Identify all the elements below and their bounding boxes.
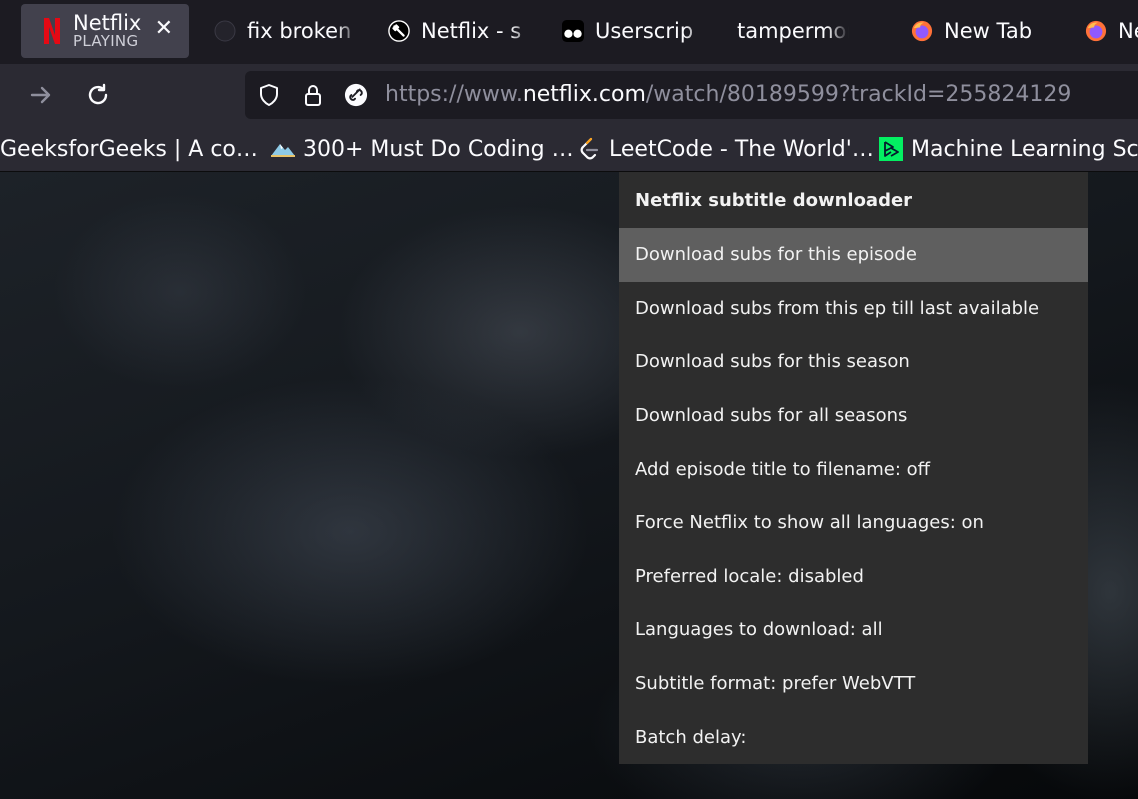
- link-permissions-icon[interactable]: [344, 83, 368, 107]
- forward-button[interactable]: [24, 78, 58, 112]
- datacamp-icon: [879, 137, 903, 161]
- menu-item-languages[interactable]: Languages to download: all: [619, 603, 1088, 657]
- github-icon: [214, 20, 236, 42]
- bookmark-label: GeeksforGeeks | A co…: [0, 136, 258, 162]
- bookmark-geeksforgeeks[interactable]: GeeksforGeeks | A co…: [0, 134, 258, 164]
- tampermonkey-icon: [562, 20, 584, 42]
- leetcode-icon: [577, 137, 601, 161]
- tab-fix-broken[interactable]: fix broken: [214, 4, 359, 58]
- navigation-toolbar: https://www.netflix.com/watch/80189599?t…: [0, 64, 1138, 126]
- menu-item-download-till-last[interactable]: Download subs from this ep till last ava…: [619, 282, 1088, 336]
- menu-item-subtitle-format[interactable]: Subtitle format: prefer WebVTT: [619, 657, 1088, 711]
- tab-title: Netflix: [73, 11, 142, 36]
- arrow-right-icon: [30, 86, 51, 104]
- tab-title: Ne: [1118, 19, 1138, 43]
- menu-item-force-languages-toggle[interactable]: Force Netflix to show all languages: on: [619, 496, 1088, 550]
- bookmark-machine-learning[interactable]: Machine Learning Scie: [879, 134, 1138, 164]
- bookmark-must-do-coding[interactable]: 300+ Must Do Coding …: [271, 134, 574, 164]
- tab-userscript[interactable]: Userscrip: [562, 4, 707, 58]
- menu-item-episode-title-toggle[interactable]: Add episode title to filename: off: [619, 442, 1088, 496]
- greasyfork-icon: [388, 20, 410, 42]
- tab-new-tab[interactable]: New Tab: [911, 4, 1056, 58]
- firefox-icon: [1085, 20, 1107, 42]
- tab-netflix[interactable]: Netflix PLAYING ✕: [21, 4, 189, 58]
- menu-item-download-season[interactable]: Download subs for this season: [619, 335, 1088, 389]
- tracking-protection-shield-icon[interactable]: [257, 83, 281, 107]
- tab-title: New Tab: [944, 19, 1033, 43]
- tab-playing-label: PLAYING: [73, 32, 139, 51]
- tab-title: tampermonk: [737, 19, 849, 43]
- menu-item-download-all-seasons[interactable]: Download subs for all seasons: [619, 389, 1088, 443]
- reload-button[interactable]: [81, 78, 115, 112]
- url-prefix: https://www.: [385, 82, 523, 107]
- tab-strip: Netflix PLAYING ✕ fix broken Netflix - s…: [0, 0, 1138, 64]
- bookmark-label: 300+ Must Do Coding …: [303, 136, 574, 162]
- tab-tampermonkey[interactable]: tampermonk: [737, 4, 849, 58]
- url-bar[interactable]: https://www.netflix.com/watch/80189599?t…: [245, 71, 1138, 119]
- tab-title: fix broken: [247, 19, 352, 43]
- bookmarks-toolbar: GeeksforGeeks | A co… 300+ Must Do Codin…: [0, 126, 1138, 172]
- tab-new-tab-2[interactable]: Ne: [1085, 4, 1138, 58]
- tab-title: Netflix - s: [421, 19, 522, 43]
- netflix-logo-icon: [41, 18, 63, 44]
- tab-title: Userscrip: [595, 19, 694, 43]
- lock-icon[interactable]: [301, 83, 325, 107]
- reload-icon: [88, 83, 108, 105]
- url-path: /watch/80189599?trackId=255824129: [645, 82, 1072, 107]
- menu-item-batch-delay[interactable]: Batch delay:: [619, 710, 1088, 764]
- url-host: netflix.com: [522, 82, 646, 107]
- bookmark-label: LeetCode - The World'…: [609, 136, 874, 162]
- mountain-icon: [271, 137, 295, 161]
- close-tab-icon[interactable]: ✕: [155, 18, 173, 40]
- firefox-icon: [911, 20, 933, 42]
- url-text[interactable]: https://www.netflix.com/watch/80189599?t…: [385, 80, 1071, 110]
- menu-item-download-episode[interactable]: Download subs for this episode: [619, 228, 1088, 282]
- menu-item-preferred-locale[interactable]: Preferred locale: disabled: [619, 550, 1088, 604]
- subtitle-downloader-menu: Netflix subtitle downloader Download sub…: [619, 172, 1088, 764]
- bookmark-leetcode[interactable]: LeetCode - The World'…: [577, 134, 874, 164]
- bookmark-label: Machine Learning Scie: [911, 136, 1138, 162]
- menu-title: Netflix subtitle downloader: [635, 189, 913, 211]
- tab-netflix-script[interactable]: Netflix - s: [388, 4, 533, 58]
